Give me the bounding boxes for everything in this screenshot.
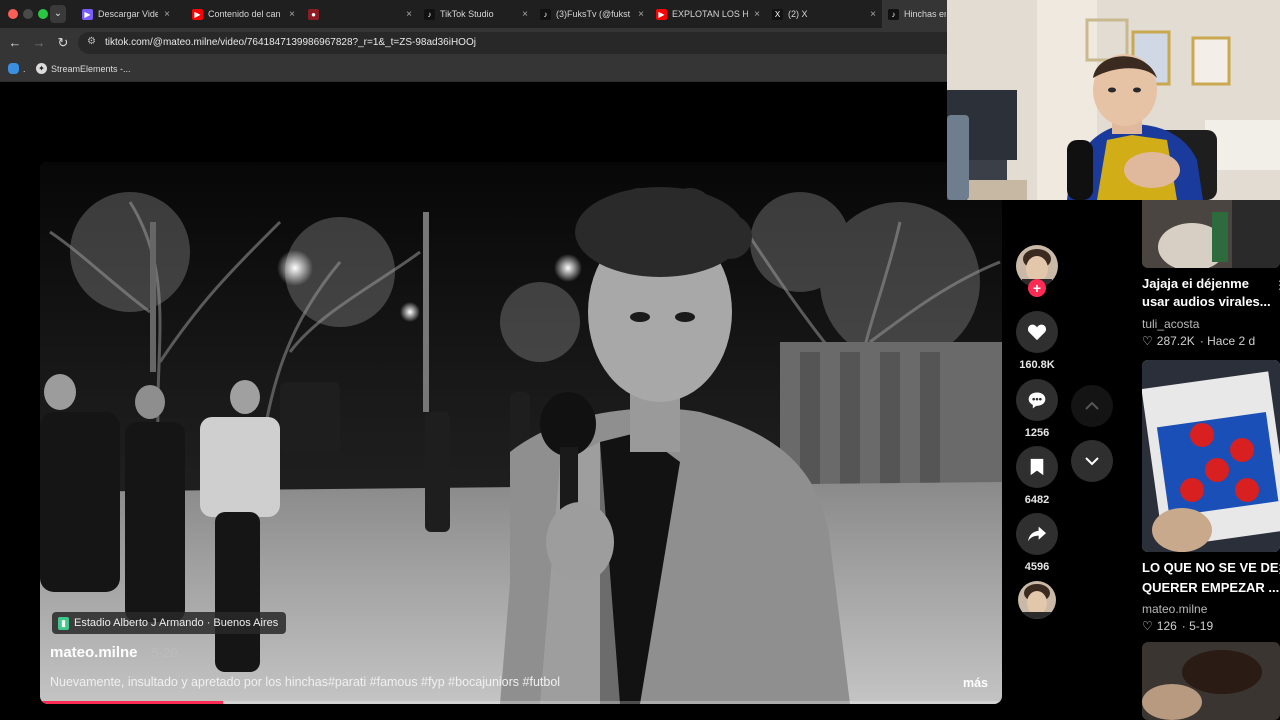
heart-outline-icon: ♡: [1142, 619, 1153, 633]
previous-video-button[interactable]: [1071, 385, 1113, 427]
tab-favicon-icon: ♪: [888, 8, 899, 20]
tab-title: TikTok Studio: [440, 9, 494, 19]
tab-close-icon[interactable]: ×: [870, 9, 876, 20]
browser-tab[interactable]: ♪ TikTok Studio ×: [418, 0, 534, 28]
tab-title: EXPLOTAN LOS H: [672, 9, 749, 19]
tab-close-icon[interactable]: ×: [289, 9, 295, 20]
share-count: 4596: [1024, 561, 1050, 573]
tab-close-icon[interactable]: ×: [164, 9, 170, 20]
bookmark-label: .: [23, 63, 26, 74]
browser-tab[interactable]: ♪ (3)FuksTv (@fukst ×: [534, 0, 650, 28]
related-video-user[interactable]: tuli_acosta: [1142, 317, 1199, 331]
related-video-title[interactable]: QUERER EMPEZAR ...: [1142, 579, 1280, 597]
tab-close-icon[interactable]: ×: [522, 9, 528, 20]
post-date: · 5-20: [143, 645, 178, 660]
chevron-up-icon: [1085, 401, 1099, 410]
related-video-thumbnail[interactable]: [1142, 642, 1280, 720]
cloud-icon: [8, 63, 19, 74]
address-bar[interactable]: ⚙ tiktok.com/@mateo.milne/video/76418471…: [78, 32, 958, 54]
browser-tab[interactable]: ▶ Contenido del can ×: [186, 0, 301, 28]
chevron-down-icon: [1085, 457, 1099, 466]
forward-arrow-icon[interactable]: →: [30, 34, 48, 52]
tab-favicon-icon: ▶: [656, 8, 667, 20]
heart-outline-icon: ♡: [1142, 334, 1153, 348]
video-progress-bar[interactable]: [40, 701, 1002, 704]
browser-tab[interactable]: ♪ Hinchas en: [882, 0, 952, 28]
related-video-stats: ♡ 126 · 5-19: [1142, 619, 1213, 633]
author-line: mateo.milne · 5-20: [50, 644, 178, 661]
related-video-title[interactable]: usar audios virales...: [1142, 293, 1280, 311]
related-video-user[interactable]: mateo.milne: [1142, 602, 1207, 616]
tab-favicon-icon: ♪: [540, 8, 551, 20]
browser-tab[interactable]: ▶ Descargar Videos ×: [76, 0, 176, 28]
like-count: 160.8K: [1019, 359, 1055, 371]
tab-title: Hinchas en: [904, 9, 946, 19]
related-video-thumbnail[interactable]: [1142, 192, 1280, 268]
tab-favicon-icon: X: [772, 8, 783, 20]
video-caption: Nuevamente, insultado y apretado por los…: [50, 675, 560, 689]
tab-favicon-icon: ♪: [424, 8, 435, 20]
related-video-likes: 126: [1156, 619, 1177, 633]
tab-close-icon[interactable]: ×: [406, 9, 412, 20]
tab-favicon-icon: ●: [308, 8, 319, 20]
related-video-title[interactable]: LO QUE NO SE VE DE: [1142, 559, 1280, 577]
author-username[interactable]: mateo.milne: [50, 644, 138, 661]
caption-text: Nuevamente, insultado y apretado por los…: [50, 675, 328, 689]
related-video-date: · 5-19: [1181, 619, 1214, 633]
share-button[interactable]: [1016, 513, 1058, 555]
related-video-likes: 287.2K: [1156, 334, 1195, 348]
tab-title: Descargar Videos: [98, 9, 159, 19]
related-video-date: · Hace 2 d: [1199, 334, 1256, 348]
maximize-window-button[interactable]: [38, 9, 48, 19]
bookmark-item-cloud[interactable]: .: [8, 63, 26, 74]
streamelements-icon: ✦: [36, 63, 47, 74]
related-video-stats: ♡ 287.2K · Hace 2 d: [1142, 334, 1255, 348]
tab-title: (3)FuksTv (@fukst: [556, 9, 631, 19]
caption-hashtags[interactable]: #parati #famous #fyp #bocajuniors #futbo…: [328, 675, 560, 689]
bookmark-label: StreamElements -...: [51, 63, 131, 74]
sound-avatar[interactable]: [1018, 581, 1056, 619]
streamer-webcam-image: [947, 0, 1280, 200]
location-tag[interactable]: ▮ Estadio Alberto J Armando · Buenos Air…: [52, 612, 287, 634]
browser-tab[interactable]: ● ×: [302, 0, 418, 28]
tab-favicon-icon: ▶: [192, 8, 203, 20]
tab-close-icon[interactable]: ×: [754, 9, 760, 20]
tab-close-icon[interactable]: ×: [638, 9, 644, 20]
related-video-thumbnail[interactable]: [1142, 360, 1280, 552]
more-options-icon[interactable]: ⋮: [1274, 562, 1280, 576]
like-button[interactable]: [1016, 311, 1058, 353]
video-player[interactable]: ▮ Estadio Alberto J Armando · Buenos Air…: [40, 162, 1002, 704]
bookmark-item-streamelements[interactable]: ✦ StreamElements -...: [36, 63, 131, 74]
back-arrow-icon[interactable]: ←: [6, 34, 24, 52]
minimize-window-button[interactable]: [23, 9, 33, 19]
url-text: tiktok.com/@mateo.milne/video/7641847139…: [105, 37, 476, 48]
site-info-icon[interactable]: ⚙: [87, 36, 96, 47]
location-pin-icon: ▮: [58, 616, 69, 630]
progress-fill: [40, 701, 223, 704]
heart-icon: [1027, 324, 1047, 341]
share-icon: [1028, 526, 1046, 542]
reload-icon[interactable]: ↻: [54, 34, 72, 52]
tab-search-icon[interactable]: ⌄: [50, 5, 66, 23]
next-video-button[interactable]: [1071, 440, 1113, 482]
location-label: Estadio Alberto J Armando · Buenos Aires: [74, 617, 279, 629]
webcam-overlay: [947, 0, 1280, 200]
comment-button[interactable]: [1016, 379, 1058, 421]
save-button[interactable]: [1016, 446, 1058, 488]
comment-icon: [1028, 392, 1046, 409]
browser-tab[interactable]: X (2) X ×: [766, 0, 882, 28]
comment-count: 1256: [1024, 427, 1050, 439]
close-window-button[interactable]: [8, 9, 18, 19]
more-button[interactable]: más: [963, 676, 988, 690]
tab-title: Contenido del can: [208, 9, 281, 19]
save-count: 6482: [1024, 494, 1050, 506]
bookmark-icon: [1030, 458, 1044, 476]
tab-title: (2) X: [788, 9, 808, 19]
follow-button[interactable]: +: [1028, 279, 1046, 297]
tab-favicon-icon: ▶: [82, 8, 93, 20]
browser-tab[interactable]: ▶ EXPLOTAN LOS H ×: [650, 0, 766, 28]
more-options-icon[interactable]: ⋮: [1274, 278, 1280, 292]
related-video-title[interactable]: Jajaja ei déjenme: [1142, 275, 1280, 293]
